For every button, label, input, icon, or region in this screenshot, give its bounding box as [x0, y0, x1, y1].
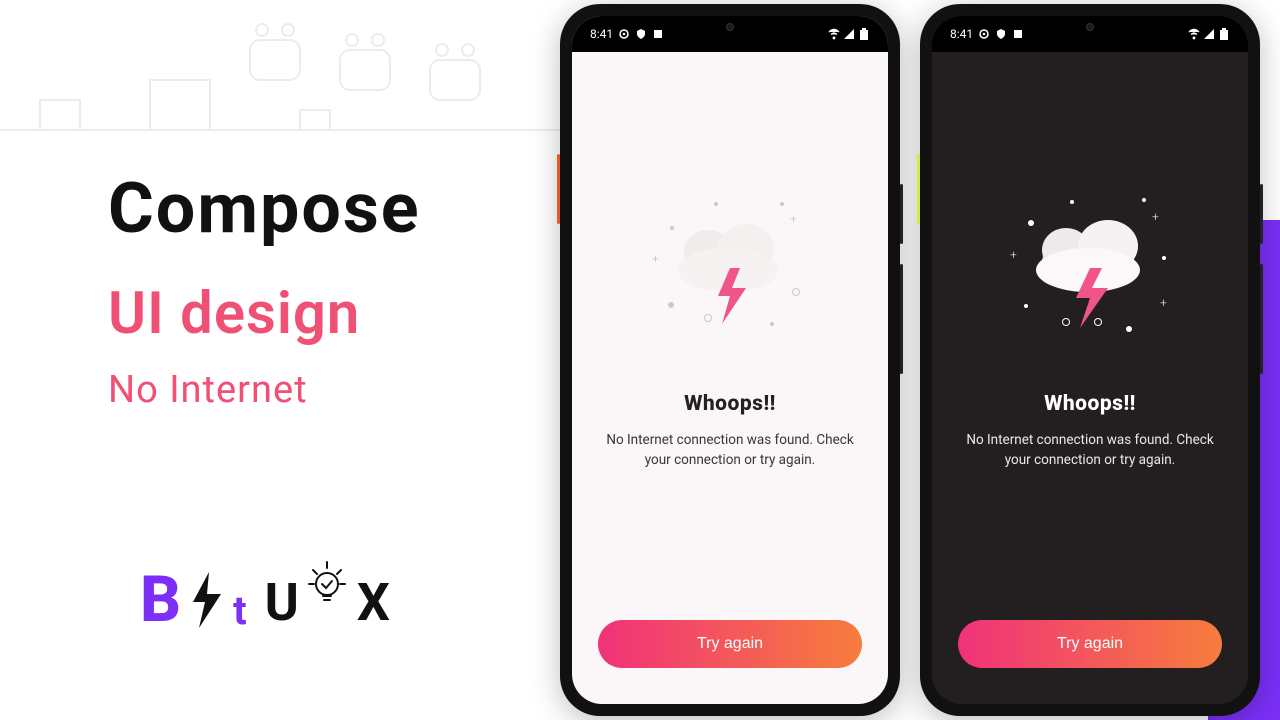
lightbulb-icon — [305, 556, 349, 608]
square-icon — [1012, 28, 1024, 40]
headline-line-2: UI design — [108, 280, 528, 348]
gear-icon — [978, 28, 990, 40]
square-icon — [652, 28, 664, 40]
status-bar: 8:41 — [932, 16, 1248, 52]
phone-light: 8:41 + + — [560, 4, 900, 716]
gear-icon — [618, 28, 630, 40]
signal-icon — [843, 28, 855, 40]
logo-letter-b: B — [140, 568, 181, 632]
volume-down-button — [900, 264, 903, 374]
notch — [1045, 16, 1135, 38]
logo-letter-u: U — [265, 572, 299, 633]
wifi-icon — [828, 28, 840, 40]
error-title: Whoops!! — [684, 392, 776, 416]
bolt-icon — [185, 572, 229, 628]
volume-up-button — [900, 184, 903, 244]
headline-line-3: No Internet — [108, 368, 528, 412]
logo-letter-t: t — [233, 587, 247, 634]
notch — [685, 16, 775, 38]
shield-icon — [635, 28, 647, 40]
error-message: No Internet connection was found. Check … — [958, 430, 1222, 471]
signal-icon — [1203, 28, 1215, 40]
cloud-bolt-illustration: + + — [650, 192, 810, 352]
screen-light: 8:41 + + — [572, 16, 888, 704]
screen-dark: 8:41 + — [932, 16, 1248, 704]
headline-line-1: Compose — [108, 168, 528, 250]
logo-letter-x: X — [357, 572, 390, 633]
screen-content: + + + Whoops!! — [932, 52, 1248, 704]
headline-block: Compose UI design No Internet — [108, 168, 528, 412]
power-button — [917, 154, 920, 224]
battery-icon — [858, 28, 870, 40]
error-message: No Internet connection was found. Check … — [598, 430, 862, 471]
phone-dark: 8:41 + — [920, 4, 1260, 716]
screen-content: + + Whoops!! No Intern — [572, 52, 888, 704]
error-title: Whoops!! — [1044, 392, 1136, 416]
shield-icon — [995, 28, 1007, 40]
try-again-button[interactable]: Try again — [958, 620, 1222, 668]
wifi-icon — [1188, 28, 1200, 40]
cloud-icon — [650, 192, 810, 352]
battery-icon — [1218, 28, 1230, 40]
status-time: 8:41 — [950, 27, 973, 41]
try-again-button[interactable]: Try again — [598, 620, 862, 668]
brand-logo: B t U X — [140, 568, 390, 632]
cloud-icon — [1010, 192, 1170, 352]
status-bar: 8:41 — [572, 16, 888, 52]
volume-up-button — [1260, 184, 1263, 244]
status-time: 8:41 — [590, 27, 613, 41]
phone-mockups: 8:41 + + — [560, 4, 1260, 716]
cloud-bolt-illustration: + + + — [1010, 192, 1170, 352]
power-button — [557, 154, 560, 224]
volume-down-button — [1260, 264, 1263, 374]
